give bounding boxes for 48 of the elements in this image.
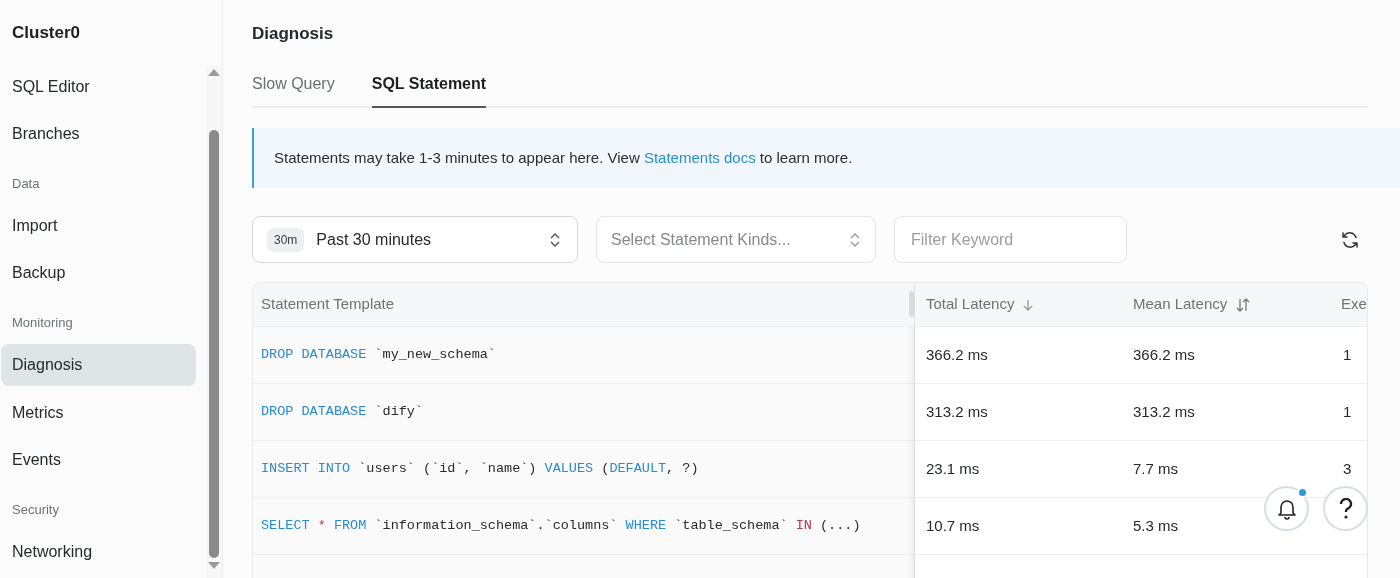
bell-icon [1276, 497, 1297, 520]
section-label: Security [11, 500, 60, 519]
sidebar-item[interactable]: Branches [1, 112, 196, 156]
tab[interactable]: SQL Statement [371, 72, 487, 108]
sidebar-item[interactable]: Networking [1, 530, 196, 573]
column-header[interactable]: Statement Template [261, 293, 395, 316]
sql-statement: DROP DATABASE `dify` [261, 402, 424, 421]
sidebar-item[interactable]: SQL Editor [1, 65, 196, 108]
table-cell-text: 366.2 ms [925, 344, 989, 365]
column-header[interactable]: Mean Latency [1133, 293, 1228, 316]
column-header[interactable]: Total Latency [926, 293, 1015, 316]
table-cell-text: 313.2 ms [925, 401, 989, 422]
cluster-title: Cluster0 [11, 22, 82, 44]
section-label: Data [11, 174, 41, 193]
column-header[interactable]: Exe [1341, 293, 1367, 316]
table-cell-text: 366.2 ms [1132, 344, 1196, 365]
time-badge: 30m [267, 227, 305, 252]
sidebar-item[interactable]: Events [1, 438, 196, 482]
table-cell-text: 23.1 ms [925, 458, 981, 479]
column-resize-handle[interactable] [909, 291, 914, 317]
table-cell-text: 1 [1342, 344, 1352, 365]
placeholder: Select Statement Kinds... [611, 229, 792, 250]
notice-text: Statements may take 1-3 minutes to appear here. View Statements docs to learn more. [274, 147, 853, 168]
sidebar-item[interactable]: Import [1, 204, 196, 248]
table-cell-text: 3 [1342, 458, 1352, 479]
table-cell-text: 1 [1342, 401, 1352, 422]
sql-statement: INSERT INTO `users` (`id`, `name`) VALUES (DEFAULT, ?) [261, 459, 699, 478]
refresh-icon[interactable] [1340, 229, 1360, 250]
statement-kinds-select[interactable]: Select Statement Kinds... [596, 216, 876, 263]
sort-icon[interactable] [1235, 297, 1252, 312]
sidebar-item[interactable]: Metrics [1, 391, 196, 434]
scrollbar[interactable] [206, 66, 222, 578]
time-range-value: Past 30 minutes [316, 229, 433, 250]
tab[interactable]: Slow Query [252, 72, 335, 108]
sql-statement: SELECT * FROM `information_schema`.`columns` WHERE `table_schema` IN (...) [261, 516, 861, 535]
page-title: Diagnosis [252, 23, 335, 45]
section-label: Monitoring [11, 313, 74, 332]
sidebar-item[interactable]: Backup [1, 252, 196, 295]
table-cell-text: 5.3 ms [1132, 515, 1179, 536]
table-cell-text: 7.7 ms [1132, 458, 1179, 479]
arrow-down-icon[interactable] [1022, 297, 1035, 312]
question-icon [1338, 497, 1353, 520]
table-cell-text: 10.7 ms [925, 515, 981, 536]
filter-keyword-field[interactable]: Filter Keyword [894, 216, 1127, 263]
sql-statement: DROP DATABASE `my_new_schema` [261, 345, 496, 364]
table-cell-text: 313.2 ms [1132, 401, 1196, 422]
sidebar-item[interactable]: Diagnosis [1, 343, 196, 387]
time-range-select[interactable]: 30m Past 30 minutes [252, 216, 578, 263]
